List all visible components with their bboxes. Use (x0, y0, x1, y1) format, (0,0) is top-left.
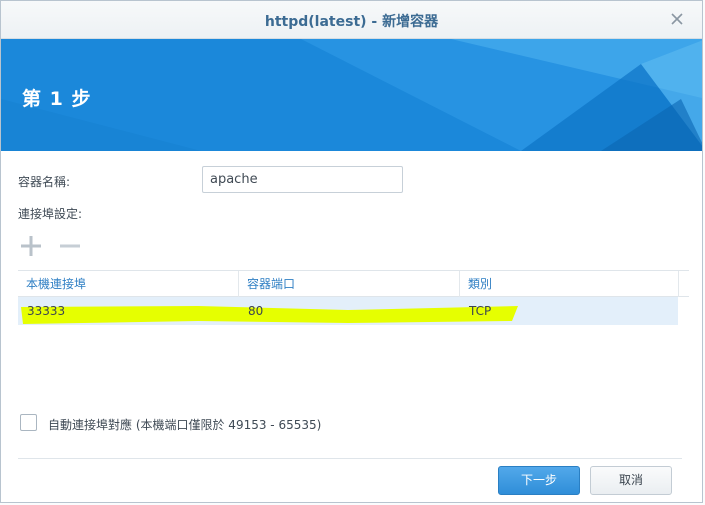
step-banner: 第 1 步 (1, 39, 702, 151)
minus-icon (60, 244, 80, 248)
auto-port-mapping-checkbox[interactable] (20, 414, 37, 431)
window-title: httpd(latest) - 新增容器 (264, 14, 439, 30)
next-button[interactable]: 下一步 (498, 466, 580, 495)
cell-type[interactable]: TCP (460, 297, 660, 325)
column-header-local-port[interactable]: 本機連接埠 (18, 271, 239, 297)
container-name-label: 容器名稱: (18, 175, 71, 189)
cancel-button[interactable]: 取消 (590, 466, 672, 495)
port-mapping-table: 本機連接埠 容器端口 類別 33333 80 TCP (18, 270, 689, 430)
close-icon (671, 13, 683, 25)
column-header-container-port[interactable]: 容器端口 (239, 271, 460, 297)
step-title: 第 1 步 (22, 88, 92, 110)
container-name-input[interactable] (202, 166, 403, 193)
footer-divider (18, 458, 682, 459)
plus-icon (21, 236, 41, 256)
create-container-dialog: httpd(latest) - 新增容器 第 1 步 容器名稱: 連接埠設定: (0, 0, 703, 503)
port-settings-label: 連接埠設定: (18, 207, 83, 221)
close-button[interactable] (668, 10, 686, 28)
cell-container-port[interactable]: 80 (239, 297, 460, 325)
auto-port-mapping-label: 自動連接埠對應 (本機端口僅限於 49153 - 65535) (48, 418, 322, 432)
column-header-type[interactable]: 類別 (460, 271, 679, 297)
add-port-button[interactable] (20, 235, 42, 257)
table-header: 本機連接埠 容器端口 類別 (18, 270, 689, 297)
table-row[interactable]: 33333 80 TCP (18, 297, 678, 325)
remove-port-button[interactable] (59, 235, 81, 257)
cell-local-port[interactable]: 33333 (18, 297, 239, 325)
title-bar[interactable]: httpd(latest) - 新增容器 (1, 1, 702, 39)
banner-background (1, 39, 702, 151)
